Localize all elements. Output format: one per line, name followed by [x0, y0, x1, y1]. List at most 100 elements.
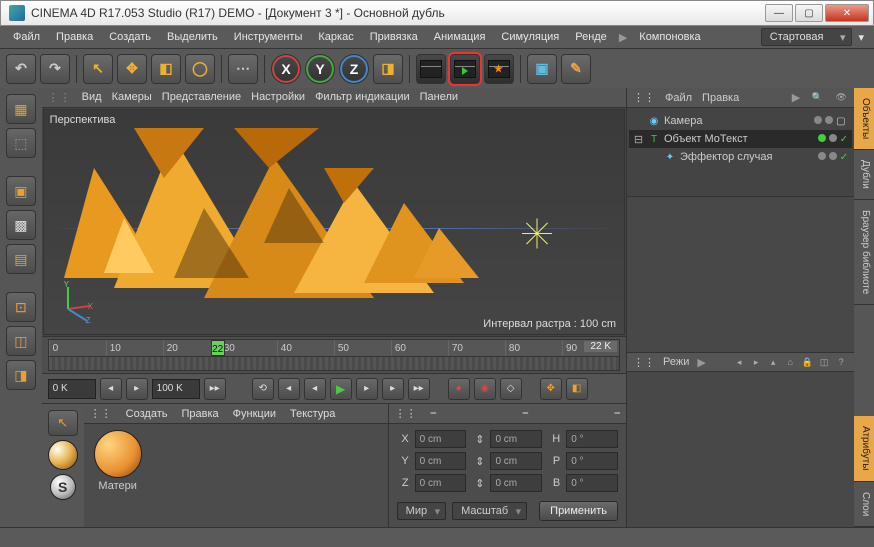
viewport-menu-filter[interactable]: Фильтр индикации	[315, 91, 410, 103]
record-button[interactable]: ●	[448, 378, 470, 400]
position-key-button[interactable]: ✥	[540, 378, 562, 400]
redo-button[interactable]: ↷	[40, 54, 70, 84]
attr-mode-label[interactable]: Режи	[663, 356, 689, 368]
default-material-icon[interactable]	[48, 440, 78, 470]
tab-browser[interactable]: Браузер библиоте	[854, 200, 874, 305]
end-frame-field[interactable]: 100 K	[152, 379, 200, 399]
tab-layers[interactable]: Слои	[854, 482, 874, 527]
menu-create[interactable]: Создать	[102, 28, 158, 46]
tool-recent-button[interactable]: ↖	[48, 410, 78, 436]
menu-edit[interactable]: Правка	[49, 28, 100, 46]
menu-tools[interactable]: Инструменты	[227, 28, 310, 46]
y-axis-lock[interactable]: Y	[305, 54, 335, 84]
render-view-button[interactable]	[416, 54, 446, 84]
model-mode-button[interactable]: ⬚	[6, 128, 36, 158]
viewport-menu-cameras[interactable]: Камеры	[112, 91, 152, 103]
mat-menu-create[interactable]: Создать	[126, 408, 168, 420]
range-end-button[interactable]: ▸▸	[204, 378, 226, 400]
menu-mesh[interactable]: Каркас	[311, 28, 360, 46]
menu-layout[interactable]: Компоновка	[632, 28, 707, 46]
coord-system-button[interactable]: ◨	[373, 54, 403, 84]
menu-file[interactable]: Файл	[6, 28, 47, 46]
lock-icon[interactable]: 🔒	[800, 355, 814, 369]
viewport-menu-display[interactable]: Представление	[162, 91, 241, 103]
next-frame-button[interactable]: ▸	[356, 378, 378, 400]
add-pen-button[interactable]: ✎	[561, 54, 591, 84]
tree-row-camera[interactable]: ◉ Камера ▢	[629, 112, 852, 130]
mat-menu-edit[interactable]: Правка	[181, 408, 218, 420]
make-editable-button[interactable]: ▦	[6, 94, 36, 124]
start-frame-field[interactable]: 0 K	[48, 379, 96, 399]
help-icon[interactable]: ?	[834, 355, 848, 369]
menu-snap[interactable]: Привязка	[363, 28, 425, 46]
play-button[interactable]: ▶	[330, 378, 352, 400]
panel-handle-icon[interactable]: ⋮⋮	[90, 407, 112, 420]
mat-menu-texture[interactable]: Текстура	[290, 408, 335, 420]
sketch-material-icon[interactable]: S	[50, 474, 76, 500]
viewport-handle-icon[interactable]: ⋮⋮	[48, 91, 72, 104]
attr-overflow-icon[interactable]: ▶	[697, 356, 705, 369]
menu-animation[interactable]: Анимация	[427, 28, 493, 46]
tree-row-motext[interactable]: ⊟ T Объект МоТекст ✓	[629, 130, 852, 148]
range-left-button[interactable]: ◂	[100, 378, 122, 400]
layout-dropdown[interactable]: Стартовая	[761, 28, 853, 46]
texture-mode-button[interactable]: ▩	[6, 210, 36, 240]
prev-frame-button[interactable]: ◂	[304, 378, 326, 400]
home-icon[interactable]: ⌂	[783, 355, 797, 369]
rot-p-field[interactable]: 0 °	[566, 452, 618, 470]
layout-menu-icon[interactable]: ▾	[854, 28, 868, 47]
menu-simulation[interactable]: Симуляция	[494, 28, 566, 46]
render-settings-button[interactable]	[484, 54, 514, 84]
size-z-field[interactable]: 0 cm	[490, 474, 542, 492]
viewport-menu-options[interactable]: Настройки	[251, 91, 305, 103]
rot-h-field[interactable]: 0 °	[566, 430, 618, 448]
size-y-field[interactable]: 0 cm	[490, 452, 542, 470]
coord-mode-dropdown[interactable]: Масштаб	[452, 502, 527, 520]
nav-back-icon[interactable]: ◂	[732, 355, 746, 369]
polygon-mode-button[interactable]: ◨	[6, 360, 36, 390]
rotate-tool[interactable]: ◯	[185, 54, 215, 84]
om-overflow-icon[interactable]: ▶	[792, 91, 800, 104]
pos-x-field[interactable]: 0 cm	[415, 430, 467, 448]
nav-up-icon[interactable]: ▴	[766, 355, 780, 369]
select-tool[interactable]: ↖	[83, 54, 113, 84]
maximize-button[interactable]: ▢	[795, 4, 823, 22]
collapse-icon[interactable]: ⊟	[633, 133, 644, 146]
coord-space-dropdown[interactable]: Мир	[397, 502, 446, 520]
rot-b-field[interactable]: 0 °	[566, 474, 618, 492]
undo-button[interactable]: ↶	[6, 54, 36, 84]
new-window-icon[interactable]: ◫	[817, 355, 831, 369]
close-button[interactable]: ✕	[825, 4, 869, 22]
timeline-playhead[interactable]: 22	[211, 340, 225, 356]
point-mode-button[interactable]: ⊡	[6, 292, 36, 322]
timeline-scrub[interactable]	[48, 357, 620, 371]
pos-z-field[interactable]: 0 cm	[415, 474, 467, 492]
menu-render[interactable]: Ренде	[568, 28, 614, 46]
tab-objects[interactable]: Объекты	[854, 88, 874, 150]
menu-select[interactable]: Выделить	[160, 28, 225, 46]
om-menu-file[interactable]: Файл	[665, 92, 692, 104]
panel-handle-icon[interactable]: ⋮⋮	[633, 91, 655, 104]
size-x-field[interactable]: 0 cm	[490, 430, 542, 448]
goto-end-button[interactable]: ▸▸	[408, 378, 430, 400]
apply-button[interactable]: Применить	[539, 501, 618, 521]
viewport[interactable]: Перспектива	[43, 109, 625, 335]
panel-handle-icon[interactable]: ⋮⋮	[395, 407, 417, 420]
tab-attributes[interactable]: Атрибуты	[854, 416, 874, 481]
viewport-menu-panel[interactable]: Панели	[420, 91, 458, 103]
material-slot[interactable]: Матери	[90, 430, 146, 521]
pos-y-field[interactable]: 0 cm	[415, 452, 467, 470]
panel-handle-icon[interactable]: ⋮⋮	[633, 356, 655, 369]
workplane-button[interactable]: ▤	[6, 244, 36, 274]
render-picture-viewer-button[interactable]	[450, 54, 480, 84]
om-menu-edit[interactable]: Правка	[702, 92, 739, 104]
viewport-menu-view[interactable]: Вид	[82, 91, 102, 103]
add-cube-button[interactable]: ▣	[527, 54, 557, 84]
keyframe-sel-button[interactable]: ◇	[500, 378, 522, 400]
eye-icon[interactable]: 👁	[834, 91, 848, 105]
z-axis-lock[interactable]: Z	[339, 54, 369, 84]
prev-key-button[interactable]: ◂	[278, 378, 300, 400]
nav-fwd-icon[interactable]: ▸	[749, 355, 763, 369]
x-axis-lock[interactable]: X	[271, 54, 301, 84]
tab-takes[interactable]: Дубли	[854, 150, 874, 200]
